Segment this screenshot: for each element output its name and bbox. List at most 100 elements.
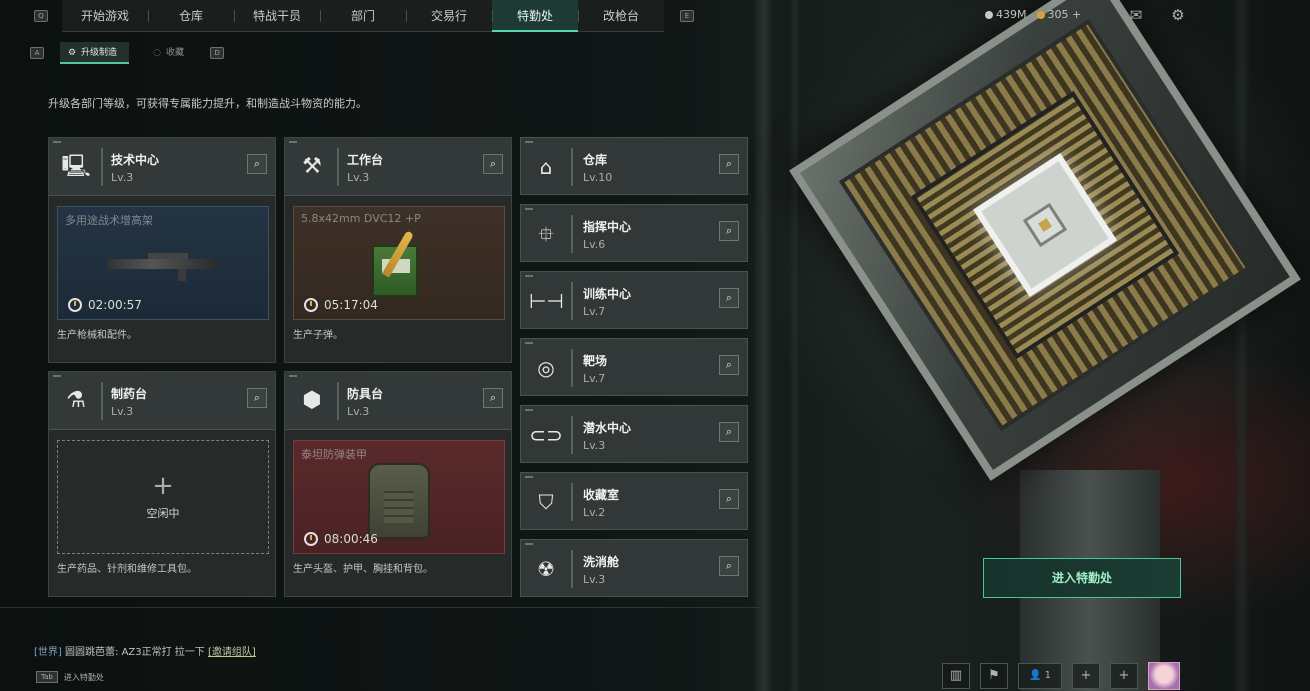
tab-departments[interactable]: 部门 [320, 0, 406, 32]
subtab-collection[interactable]: ◌ 收藏 [145, 42, 196, 64]
coin-balance[interactable]: 439M [985, 8, 1027, 21]
upgrade-icon: ⚙ [67, 48, 77, 58]
key-hint-e: E [680, 10, 694, 22]
sub-tabs: A ⚙ 升级制造 ◌ 收藏 D [30, 42, 225, 64]
person-icon: 👤 [1028, 670, 1042, 681]
search-icon[interactable]: ⌕ [719, 288, 739, 308]
subtab-upgrade[interactable]: ⚙ 升级制造 [60, 42, 130, 64]
production-slot[interactable]: 多用途战术增高架 02:00:57 [57, 206, 269, 320]
flag-icon[interactable]: ⚑ [980, 663, 1008, 689]
vault-cube [789, 0, 1301, 481]
production-item-name: 泰坦防弹装甲 [301, 448, 367, 461]
facility-level: Lv.3 [583, 573, 606, 586]
tab-special-ops[interactable]: 特勤处 [492, 0, 578, 32]
pillar [1235, 0, 1249, 691]
clock-icon [304, 532, 318, 546]
facility-name: 潜水中心 [583, 421, 632, 435]
main-tabs: 开始游戏 仓库 特战干员 部门 交易行 特勤处 改枪台 [62, 0, 664, 32]
production-timer: 05:17:04 [304, 298, 378, 312]
search-icon[interactable]: ⌕ [719, 355, 739, 375]
facility-collection-room[interactable]: ⛉ 收藏室 Lv.2 ⌕ [520, 472, 748, 530]
card-header: ⬢ 防具台 Lv.3 ⌕ [285, 372, 511, 430]
facility-diving-center[interactable]: ⊂⊃ 潜水中心 Lv.3 ⌕ [520, 405, 748, 463]
dumbbell-icon: ⊢⊣ [529, 289, 564, 313]
search-icon[interactable]: ⌕ [483, 388, 503, 408]
plus-icon: + [152, 471, 174, 501]
add-party-button[interactable]: + [1110, 663, 1138, 689]
production-item-name: 5.8x42mm DVC12 +P [301, 212, 421, 225]
tab-trading[interactable]: 交易行 [406, 0, 492, 32]
tab-operators[interactable]: 特战干员 [234, 0, 320, 32]
facility-decontamination[interactable]: ☢ 洗消舱 Lv.3 ⌕ [520, 539, 748, 597]
card-header: ⚗ 制药台 Lv.3 ⌕ [49, 372, 275, 430]
add-friend-button[interactable]: + [1072, 663, 1100, 689]
stats-icon[interactable]: ▥ [942, 663, 970, 689]
card-level: Lv.3 [111, 405, 134, 418]
facility-level: Lv.6 [583, 238, 606, 251]
enter-special-ops-button[interactable]: 进入特勤处 [983, 558, 1181, 598]
chat-message: AZ3正常打 拉一下 [121, 647, 205, 658]
microscope-icon: ⚗ [66, 388, 86, 413]
top-nav: Q 开始游戏 仓库 特战干员 部门 交易行 特勤处 改枪台 E 439M 305… [0, 0, 1310, 34]
search-icon[interactable]: ⌕ [719, 221, 739, 241]
bottom-key-hint: Tab 进入特勤处 [36, 671, 104, 683]
gear-icon[interactable]: ⚙ [1168, 6, 1188, 24]
tab-warehouse[interactable]: 仓库 [148, 0, 234, 32]
pillar [755, 0, 773, 691]
card-level: Lv.3 [111, 171, 134, 184]
friends-button[interactable]: 👤 1 [1018, 663, 1062, 689]
clock-icon [68, 298, 82, 312]
chat-line[interactable]: [世界] 圆圆跳芭蕾: AZ3正常打 拉一下 [邀请组队] [34, 643, 256, 658]
diving-mask-icon: ⊂⊃ [529, 423, 563, 447]
facility-shooting-range[interactable]: ◎ 靶场 Lv.7 ⌕ [520, 338, 748, 396]
card-tech-center[interactable]: 🖳 技术中心 Lv.3 ⌕ 多用途战术增高架 02:00:57 生产枪械和配件。 [48, 137, 276, 363]
card-level: Lv.3 [347, 171, 370, 184]
card-header: 🖳 技术中心 Lv.3 ⌕ [49, 138, 275, 196]
trophy-icon: ⛉ [538, 490, 554, 514]
clock-icon [304, 298, 318, 312]
collection-icon: ◌ [153, 48, 161, 58]
production-slot[interactable]: 5.8x42mm DVC12 +P 05:17:04 [293, 206, 505, 320]
facility-warehouse[interactable]: ⌂ 仓库 Lv.10 ⌕ [520, 137, 748, 195]
production-timer: 08:00:46 [304, 532, 378, 546]
warehouse-icon: ⌂ [539, 155, 553, 179]
search-icon[interactable]: ⌕ [719, 556, 739, 576]
production-slot-empty[interactable]: + 空闲中 [57, 440, 269, 554]
radiation-icon: ☢ [537, 557, 555, 581]
idle-label: 空闲中 [146, 507, 180, 520]
cubes-icon: ⬢ [302, 388, 322, 413]
key-hint-q: Q [34, 10, 48, 22]
premium-balance[interactable]: 305 + [1036, 8, 1081, 21]
search-icon[interactable]: ⌕ [247, 388, 267, 408]
card-footer: 生产子弹。 [293, 330, 343, 341]
card-footer: 生产药品、针剂和维修工具包。 [57, 564, 197, 575]
tab-gunsmith[interactable]: 改枪台 [578, 0, 664, 32]
premium-coin-icon [1036, 11, 1045, 19]
invite-link[interactable]: [邀请组队] [208, 647, 256, 658]
production-item-name: 多用途战术增高架 [65, 214, 153, 227]
card-name: 技术中心 [111, 153, 160, 167]
production-slot[interactable]: 泰坦防弹装甲 08:00:46 [293, 440, 505, 554]
chip-icon: ⯐ [538, 222, 554, 246]
card-armor-bench[interactable]: ⬢ 防具台 Lv.3 ⌕ 泰坦防弹装甲 08:00:46 生产头盔、护甲、胸挂和… [284, 371, 512, 597]
search-icon[interactable]: ⌕ [247, 154, 267, 174]
chat-channel: [世界] [34, 647, 62, 658]
key-hint-d: D [210, 47, 225, 59]
card-footer: 生产枪械和配件。 [57, 330, 137, 341]
search-icon[interactable]: ⌕ [719, 422, 739, 442]
facility-command-center[interactable]: ⯐ 指挥中心 Lv.6 ⌕ [520, 204, 748, 262]
facility-training-center[interactable]: ⊢⊣ 训练中心 Lv.7 ⌕ [520, 271, 748, 329]
pillar [790, 0, 800, 691]
card-name: 制药台 [111, 387, 148, 401]
search-icon[interactable]: ⌕ [719, 489, 739, 509]
facility-name: 收藏室 [583, 488, 620, 502]
card-name: 工作台 [347, 153, 384, 167]
mail-icon[interactable]: ✉ [1126, 6, 1146, 24]
key-hint-a: A [30, 47, 44, 59]
card-pharmacy[interactable]: ⚗ 制药台 Lv.3 ⌕ + 空闲中 生产药品、针剂和维修工具包。 [48, 371, 276, 597]
search-icon[interactable]: ⌕ [719, 154, 739, 174]
tab-start-game[interactable]: 开始游戏 [62, 0, 148, 32]
card-workbench[interactable]: ⚒ 工作台 Lv.3 ⌕ 5.8x42mm DVC12 +P 05:17:04 … [284, 137, 512, 363]
avatar[interactable] [1148, 662, 1180, 690]
search-icon[interactable]: ⌕ [483, 154, 503, 174]
